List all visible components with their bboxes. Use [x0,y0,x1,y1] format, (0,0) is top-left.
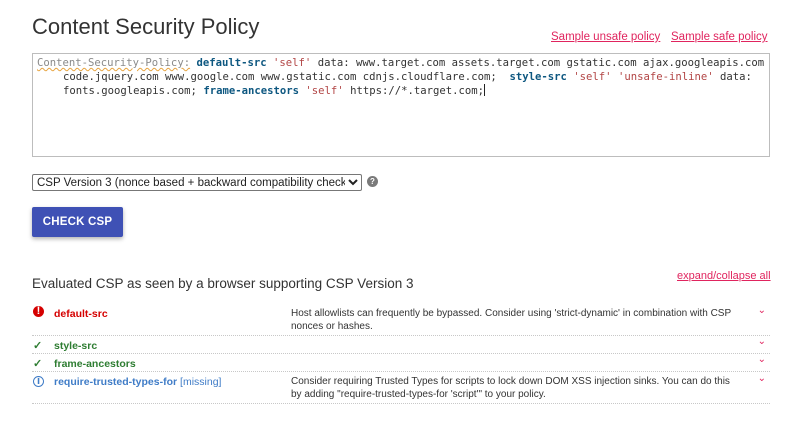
policy-keyword-token: 'self' [573,71,612,83]
chevron-down-icon[interactable]: ⌄ [758,373,766,384]
policy-keyword-token: 'self' [273,57,312,69]
findings-list: ! default-src Host allowlists can freque… [32,304,770,404]
evaluated-csp-title: Evaluated CSP as seen by a browser suppo… [32,276,414,291]
info-icon: i [33,376,44,387]
policy-keyword-token: 'self' [305,85,344,97]
sample-unsafe-policy-link[interactable]: Sample unsafe policy [551,31,660,43]
policy-value-token: data: [317,57,350,69]
finding-row-frame-ancestors[interactable]: ✓ frame-ancestors ⌄ [32,354,770,372]
csp-version-select[interactable]: CSP Version 3 (nonce based + backward co… [32,174,362,191]
help-icon[interactable]: ? [367,176,378,187]
finding-row-style-src[interactable]: ✓ style-src ⌄ [32,336,770,354]
finding-directive: style-src [54,340,98,352]
chevron-down-icon[interactable]: ⌄ [758,305,766,316]
sample-safe-policy-link[interactable]: Sample safe policy [671,31,768,43]
policy-value-token: data: [720,71,752,83]
policy-value-token: code.jquery.com www.google.com www.gstat… [63,71,497,83]
check-icon: ✓ [33,358,43,370]
policy-keyword-token: 'unsafe-inline' [617,71,714,83]
policy-value-token: www.target.com assets.target.com gstatic… [355,57,765,69]
finding-row-require-trusted-types-for[interactable]: i require-trusted-types-for [missing] Co… [32,372,770,404]
policy-directive-token: frame-ancestors [203,85,299,97]
missing-label: [missing] [180,376,222,388]
policy-header-token: Content-Security-Policy: [37,57,191,69]
text-caret [484,84,485,96]
policy-line-1: Content-Security-Policy: default-src 'se… [37,56,765,70]
expand-collapse-all-link[interactable]: expand/collapse all [677,270,771,282]
finding-directive: frame-ancestors [54,358,136,370]
chevron-down-icon[interactable]: ⌄ [758,336,766,347]
policy-value-token: fonts.googleapis.com; [63,85,197,97]
error-icon: ! [33,306,44,317]
check-icon: ✓ [33,340,43,352]
policy-directive-token: style-src [509,71,567,83]
policy-value-token: https://*.target.com; [350,85,484,97]
policy-line-2: code.jquery.com www.google.com www.gstat… [37,70,765,84]
page-title: Content Security Policy [32,14,260,39]
check-csp-button[interactable]: CHECK CSP [32,207,123,237]
policy-line-3: fonts.googleapis.com; frame-ancestors 's… [37,84,765,98]
csp-policy-textarea[interactable]: Content-Security-Policy: default-src 'se… [32,53,770,157]
finding-description: Consider requiring Trusted Types for scr… [291,376,730,400]
policy-directive-token: default-src [196,57,267,69]
finding-row-default-src[interactable]: ! default-src Host allowlists can freque… [32,304,770,336]
finding-directive-name: require-trusted-types-for [54,376,178,388]
finding-directive: default-src [54,308,108,320]
chevron-down-icon[interactable]: ⌄ [758,354,766,365]
finding-directive: require-trusted-types-for [missing] [54,376,221,388]
finding-description: Host allowlists can frequently be bypass… [291,308,731,332]
